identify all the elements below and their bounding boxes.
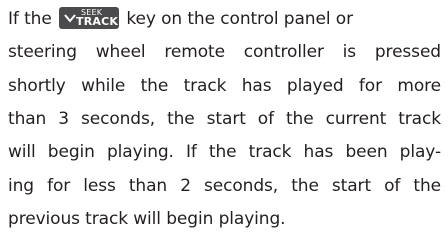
text-line: If the SEEK TRACK key on the control pan… bbox=[8, 4, 353, 34]
text-line: will begin playing. If the track has bee… bbox=[8, 142, 441, 162]
text-line: shortly while the track has played for m… bbox=[8, 76, 441, 96]
text-line: steering wheel remote controller is pres… bbox=[8, 42, 441, 62]
text-line: ing for less than 2 seconds, the start o… bbox=[8, 176, 441, 196]
seek-track-key-badge: SEEK TRACK bbox=[59, 7, 120, 29]
chevron-down-icon bbox=[64, 14, 76, 23]
text-after-key: key on the control panel or bbox=[126, 9, 353, 29]
text-before-key: If the bbox=[8, 9, 52, 29]
key-track-label: TRACK bbox=[76, 15, 119, 28]
manual-page: If the SEEK TRACK key on the control pan… bbox=[0, 0, 448, 241]
text-line: previous track will begin playing. bbox=[8, 209, 286, 229]
text-line: than 3 seconds, the start of the current… bbox=[8, 109, 441, 129]
